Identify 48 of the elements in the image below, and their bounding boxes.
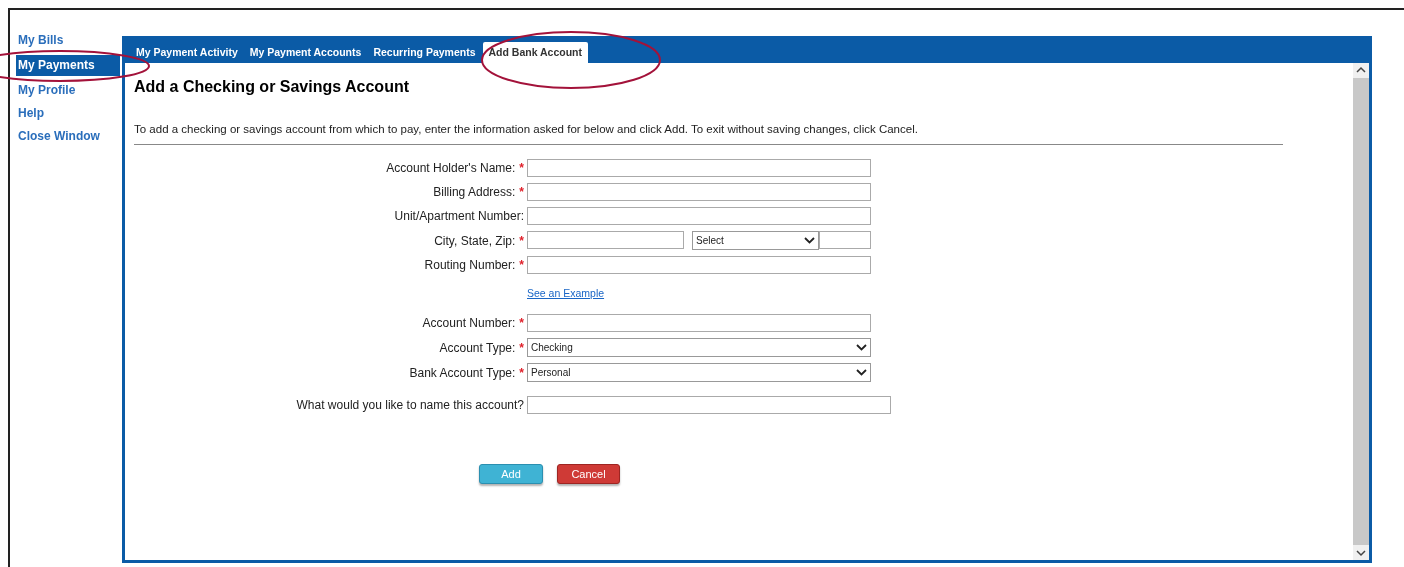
example-link[interactable]: See an Example (527, 286, 605, 302)
input-field[interactable] (527, 159, 871, 178)
required-mark: * (519, 364, 524, 382)
sidebar-link[interactable]: My Bills (16, 32, 122, 49)
sidebar-link[interactable]: My Payments (16, 55, 120, 76)
field-label: Billing Address: (433, 184, 516, 202)
field-label: Routing Number: (424, 257, 516, 275)
required-mark: * (519, 339, 524, 357)
input-field[interactable] (527, 314, 871, 332)
scroll-down-icon[interactable] (1356, 549, 1366, 557)
page-heading: Add a Checking or Savings Account (134, 77, 410, 97)
field-label: Account Type: (439, 339, 516, 357)
required-mark: * (519, 184, 524, 202)
dropdown-value: Select (696, 234, 724, 249)
input-field[interactable] (527, 396, 891, 414)
input-field[interactable] (527, 256, 871, 275)
input-field[interactable] (819, 231, 871, 250)
input-field[interactable] (527, 231, 684, 250)
dropdown-caret-icon (856, 344, 867, 351)
dropdown-caret-icon (856, 369, 867, 376)
field-label: City, State, Zip: (434, 232, 516, 250)
tab[interactable]: My Payment Activity (131, 42, 243, 63)
sidebar-link[interactable]: Close Window (16, 128, 122, 145)
required-mark: * (519, 160, 524, 178)
tab[interactable]: My Payment Accounts (244, 42, 367, 63)
field-label: What would you like to name this account? (296, 397, 524, 414)
dropdown[interactable]: Checking (527, 338, 871, 357)
scroll-up-icon[interactable] (1356, 66, 1366, 74)
dropdown-value: Personal (531, 366, 571, 380)
tab[interactable]: Recurring Payments (368, 42, 481, 63)
field-label: Account Number: (422, 315, 516, 332)
tab[interactable]: Add Bank Account (482, 42, 589, 63)
field-label: Unit/Apartment Number: (394, 208, 524, 226)
field-label: Bank Account Type: (409, 364, 516, 382)
input-field[interactable] (527, 207, 871, 226)
required-mark: * (519, 232, 524, 250)
required-mark: * (519, 315, 524, 332)
dropdown-value: Checking (531, 341, 573, 355)
required-mark: * (519, 257, 524, 275)
dropdown[interactable]: Select (692, 231, 819, 251)
dropdown[interactable]: Personal (527, 363, 871, 382)
sidebar-link[interactable]: My Profile (16, 82, 122, 99)
instructions-text: To add a checking or savings account from which to pay, enter the information asked for below and click Add. To exit without saving changes, click Cancel. (134, 121, 1283, 146)
field-label: Account Holder's Name: (386, 160, 516, 178)
dropdown-caret-icon (804, 237, 815, 245)
sidebar-link[interactable]: Help (16, 105, 122, 122)
cancel-button[interactable]: Cancel (557, 464, 620, 484)
input-field[interactable] (527, 183, 871, 202)
